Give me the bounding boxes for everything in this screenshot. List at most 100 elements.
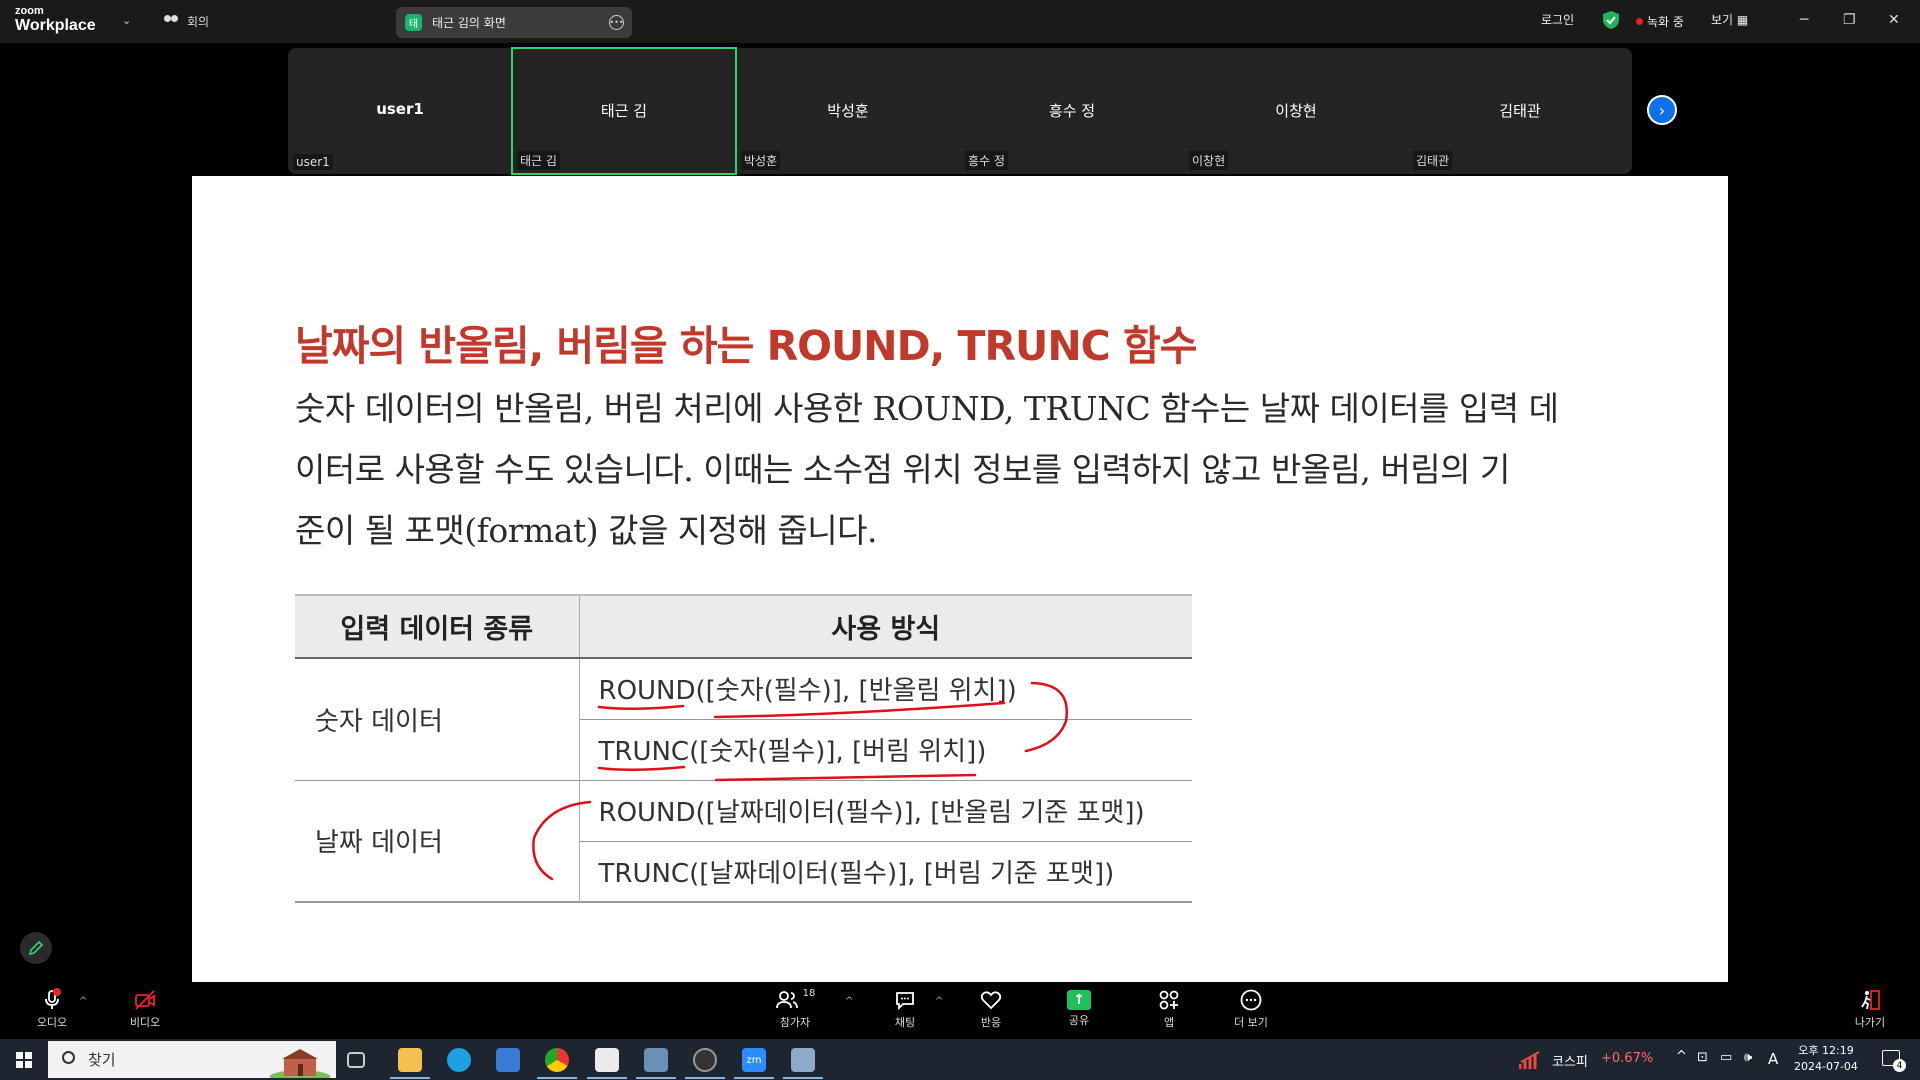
calculator-icon[interactable] [791, 1048, 815, 1072]
share-button[interactable]: ↑ 공유 [1049, 988, 1109, 1028]
notification-count: 4 [1893, 1059, 1906, 1072]
kind-cell: 날짜 데이터 [295, 780, 580, 903]
participant-tag: user1 [293, 154, 333, 170]
participant-tile[interactable]: 흥수 정 흥수 정 [960, 48, 1184, 174]
active-app-indicator [734, 1077, 774, 1079]
close-icon[interactable]: ✕ [1888, 12, 1900, 28]
screen-share-indicator[interactable]: 태 태근 김의 화면 ••• [396, 7, 632, 38]
search-highlight-illustration-icon [270, 1049, 330, 1078]
task-view-icon[interactable] [347, 1052, 365, 1068]
people-icon [163, 14, 179, 29]
meeting-button[interactable]: 회의 [163, 13, 209, 30]
grid-icon: ▦ [1736, 13, 1749, 27]
participant-tile[interactable]: user1 user1 [288, 48, 512, 174]
share-label: 공유 [1068, 1014, 1090, 1027]
zoom-logo[interactable]: zoom Workplace [15, 6, 96, 34]
slide-body-line: 이터로 사용할 수도 있습니다. 이때는 소수점 위치 정보를 입력하지 않고 … [295, 450, 1510, 489]
tray-overflow-chevron-icon[interactable]: ^ [1676, 1049, 1687, 1064]
participants-options-caret-icon[interactable]: ^ [845, 996, 853, 1007]
login-button[interactable]: 로그인 [1541, 11, 1574, 28]
chevron-down-icon[interactable]: ⌄ [122, 14, 131, 27]
participant-name: 김태관 [1499, 102, 1541, 120]
stock-change[interactable]: +0.67% [1601, 1051, 1653, 1066]
app-icon[interactable] [693, 1048, 717, 1072]
chrome-icon[interactable] [545, 1048, 569, 1072]
audio-options-caret-icon[interactable]: ^ [79, 996, 87, 1007]
participant-name: 이창현 [1275, 102, 1317, 120]
view-button[interactable]: 보기 ▦ [1711, 11, 1748, 28]
leave-button[interactable]: 나가기 [1840, 988, 1900, 1030]
slide-body-line: 준이 될 포맷(format) 값을 지정해 줍니다. [295, 511, 877, 550]
participant-name: user1 [376, 100, 424, 118]
more-options-icon[interactable]: ••• [609, 15, 624, 30]
slide-title: 날짜의 반올림, 버림을 하는 ROUND, TRUNC 함수 [295, 322, 1197, 370]
slide-body: 숫자 데이터의 반올림, 버림 처리에 사용한 ROUND, TRUNC 함수는… [295, 378, 1615, 561]
video-label: 비디오 [129, 1016, 161, 1029]
reactions-label: 반응 [980, 1016, 1002, 1029]
participant-tag: 박성훈 [741, 151, 781, 170]
reactions-button[interactable]: 반응 [961, 988, 1021, 1030]
media-player-icon[interactable] [644, 1048, 668, 1072]
participant-tag: 김태관 [1413, 151, 1453, 170]
participant-tile-active-speaker[interactable]: 태근 김 태근 김 [511, 47, 737, 175]
video-button[interactable]: 비디오 [115, 988, 175, 1030]
participant-tag: 이창현 [1189, 151, 1229, 170]
edge-browser-icon[interactable] [447, 1048, 471, 1072]
search-icon [62, 1051, 75, 1064]
participants-icon [775, 991, 798, 1009]
minimize-icon[interactable]: ─ [1800, 12, 1808, 28]
participant-name: 태근 김 [600, 102, 648, 120]
restore-icon[interactable]: ❐ [1843, 12, 1856, 28]
participant-tile[interactable]: 김태관 김태관 [1408, 48, 1632, 174]
more-icon [1240, 989, 1262, 1011]
participants-count: 18 [802, 988, 816, 999]
chat-options-caret-icon[interactable]: ^ [935, 996, 943, 1007]
share-title: 태근 김의 화면 [432, 16, 506, 30]
stock-name[interactable]: 코스피 [1552, 1051, 1588, 1070]
shared-screen: 날짜의 반올림, 버림을 하는 ROUND, TRUNC 함수 숫자 데이터의 … [192, 176, 1728, 982]
shield-icon[interactable] [1603, 11, 1619, 29]
next-page-button[interactable]: › [1647, 95, 1677, 125]
network-icon[interactable]: ▭ [1720, 1050, 1732, 1065]
column-header-usage: 사용 방식 [579, 594, 1192, 659]
table-row: 날짜 데이터 ROUND([날짜데이터(필수)], [반올림 기준 포맷]) [295, 780, 1192, 903]
meeting-label: 회의 [187, 15, 210, 29]
store-icon[interactable] [496, 1048, 520, 1072]
participants-button[interactable]: 18 참가자 [765, 988, 825, 1030]
chat-button[interactable]: 채팅 [875, 988, 935, 1030]
recording-indicator[interactable]: 녹화 중 [1636, 13, 1684, 30]
usage-cell: ROUND([날짜데이터(필수)], [반올림 기준 포맷]) [579, 780, 1192, 842]
participant-tile[interactable]: 이창현 이창현 [1184, 48, 1408, 174]
chat-label: 채팅 [894, 1016, 916, 1029]
notification-icon[interactable]: 4 [1882, 1050, 1906, 1072]
active-app-indicator [537, 1077, 577, 1079]
chat-icon [896, 992, 914, 1011]
audio-label: 오디오 [36, 1016, 68, 1029]
audio-button[interactable]: 오디오 [22, 988, 82, 1030]
clock[interactable]: 오후 12:19 2024-07-04 [1794, 1043, 1858, 1075]
notepad-icon[interactable] [595, 1048, 619, 1072]
active-app-indicator [636, 1077, 676, 1079]
active-app-indicator [685, 1077, 725, 1079]
participant-strip: user1 user1 태근 김 태근 김 박성훈 박성훈 흥수 정 흥수 정 … [288, 47, 1632, 175]
zoom-app-icon[interactable]: zm [742, 1048, 766, 1072]
pencil-icon [28, 940, 44, 956]
apps-label: 앱 [1163, 1016, 1175, 1029]
volume-icon[interactable]: 🕪 [1744, 1050, 1752, 1065]
brand-top: zoom [15, 5, 44, 17]
participant-tile[interactable]: 박성훈 박성훈 [736, 48, 960, 174]
annotate-button[interactable] [20, 932, 52, 964]
windows-start-icon[interactable] [16, 1052, 32, 1068]
file-explorer-icon[interactable] [398, 1048, 422, 1072]
tray-app-icon[interactable]: ⊡ [1697, 1050, 1708, 1065]
kind-cell: 숫자 데이터 [295, 658, 580, 781]
leave-label: 나가기 [1854, 1016, 1886, 1029]
active-app-indicator [390, 1077, 430, 1079]
apps-button[interactable]: 앱 [1139, 988, 1199, 1030]
recording-label: 녹화 중 [1647, 15, 1684, 29]
sharer-badge: 태 [405, 14, 422, 31]
more-button[interactable]: 더 보기 [1221, 988, 1281, 1030]
taskbar-search[interactable]: 찾기 [48, 1041, 336, 1078]
ime-indicator[interactable]: A [1768, 1050, 1778, 1068]
slide-body-line: 숫자 데이터의 반올림, 버림 처리에 사용한 ROUND, TRUNC 함수는… [295, 389, 1559, 428]
